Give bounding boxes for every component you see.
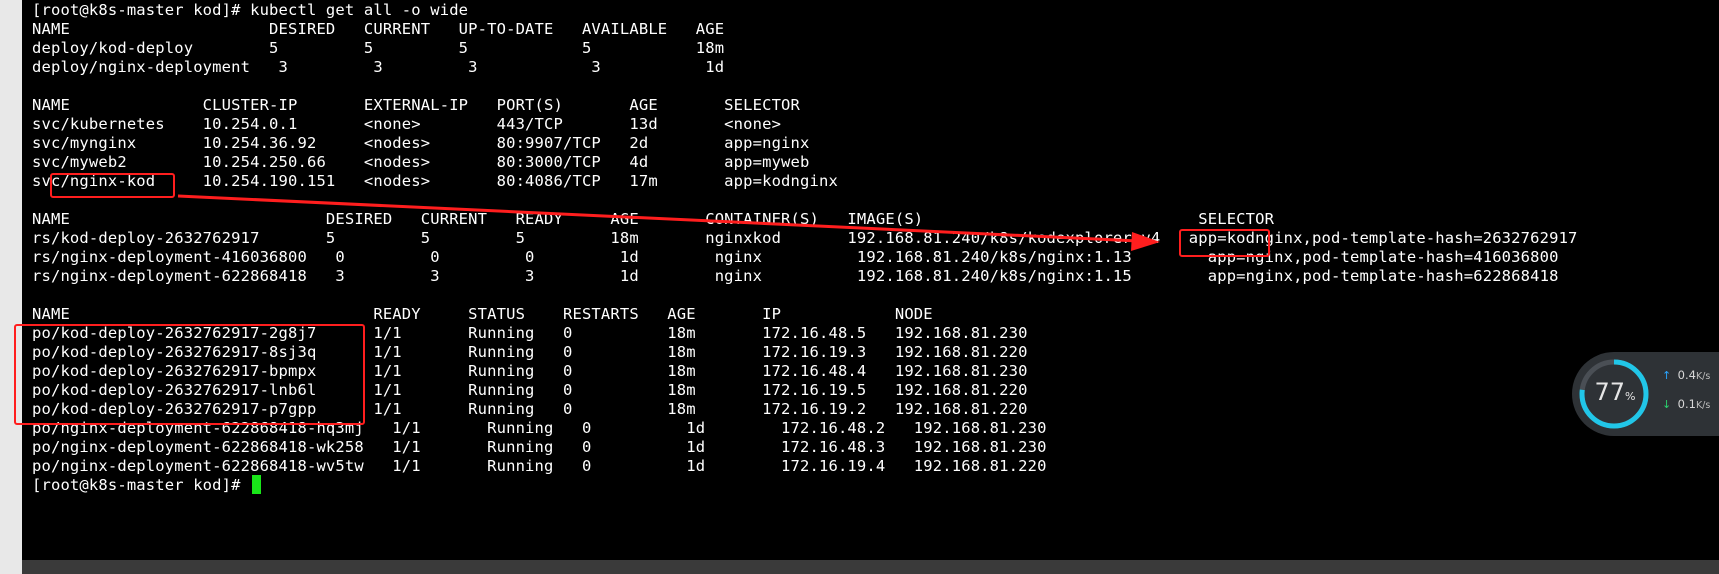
terminal-window[interactable]: [root@k8s-master kod]# kubectl get all -…: [22, 0, 1719, 560]
upload-speed: ↑ 0.4K/s: [1662, 368, 1710, 382]
terminal-line: svc/myweb2 10.254.250.66 <nodes> 80:3000…: [32, 153, 810, 171]
terminal-line: po/kod-deploy-2632762917-bpmpx 1/1 Runni…: [32, 362, 1028, 380]
cpu-percent-value: 77: [1594, 378, 1626, 406]
terminal-line: deploy/kod-deploy 5 5 5 5 18m: [32, 39, 725, 57]
terminal-line: deploy/nginx-deployment 3 3 3 3 1d: [32, 58, 725, 76]
terminal-prompt-line[interactable]: [root@k8s-master kod]#: [32, 475, 262, 496]
terminal-line: po/kod-deploy-2632762917-8sj3q 1/1 Runni…: [32, 343, 1028, 361]
arrow-down-icon: ↓: [1662, 398, 1672, 411]
terminal-line: NAME READY STATUS RESTARTS AGE IP NODE: [32, 305, 933, 323]
upload-unit: K/s: [1695, 371, 1711, 382]
terminal-line: NAME DESIRED CURRENT READY AGE CONTAINER…: [32, 210, 1275, 228]
download-speed: ↓ 0.1K/s: [1662, 397, 1710, 411]
terminal-line: svc/nginx-kod 10.254.190.151 <nodes> 80:…: [32, 172, 838, 190]
shell-prompt: [root@k8s-master kod]#: [32, 476, 251, 494]
terminal-line: po/kod-deploy-2632762917-p7gpp 1/1 Runni…: [32, 400, 1028, 418]
terminal-cursor: [252, 475, 262, 494]
terminal-line: po/nginx-deployment-622868418-hq3mj 1/1 …: [32, 419, 1047, 437]
terminal-line: rs/nginx-deployment-622868418 3 3 3 1d n…: [32, 267, 1559, 285]
cpu-percent-label: 77%: [1586, 378, 1644, 406]
cpu-percent-unit: %: [1625, 390, 1636, 403]
terminal-line: po/kod-deploy-2632762917-lnb6l 1/1 Runni…: [32, 381, 1028, 399]
terminal-line: rs/kod-deploy-2632762917 5 5 5 18m nginx…: [32, 229, 1578, 247]
download-value: 0.1: [1677, 397, 1696, 411]
terminal-line: po/kod-deploy-2632762917-2g8j7 1/1 Runni…: [32, 324, 1028, 342]
arrow-up-icon: ↑: [1662, 369, 1672, 382]
terminal-line: svc/kubernetes 10.254.0.1 <none> 443/TCP…: [32, 115, 782, 133]
terminal-line: po/nginx-deployment-622868418-wk258 1/1 …: [32, 438, 1047, 456]
window-left-edge: [0, 0, 22, 574]
status-bar: [22, 560, 1719, 574]
terminal-line: rs/nginx-deployment-416036800 0 0 0 1d n…: [32, 248, 1559, 266]
upload-value: 0.4: [1677, 368, 1696, 382]
terminal-line: NAME DESIRED CURRENT UP-TO-DATE AVAILABL…: [32, 20, 725, 38]
terminal-line: NAME CLUSTER-IP EXTERNAL-IP PORT(S) AGE …: [32, 96, 801, 114]
terminal-line: svc/mynginx 10.254.36.92 <nodes> 80:9907…: [32, 134, 810, 152]
terminal-line: [root@k8s-master kod]# kubectl get all -…: [32, 1, 469, 19]
network-speed-widget[interactable]: 77% ↑ 0.4K/s ↓ 0.1K/s: [1572, 352, 1719, 436]
download-unit: K/s: [1695, 400, 1711, 411]
terminal-line: po/nginx-deployment-622868418-wv5tw 1/1 …: [32, 457, 1047, 475]
